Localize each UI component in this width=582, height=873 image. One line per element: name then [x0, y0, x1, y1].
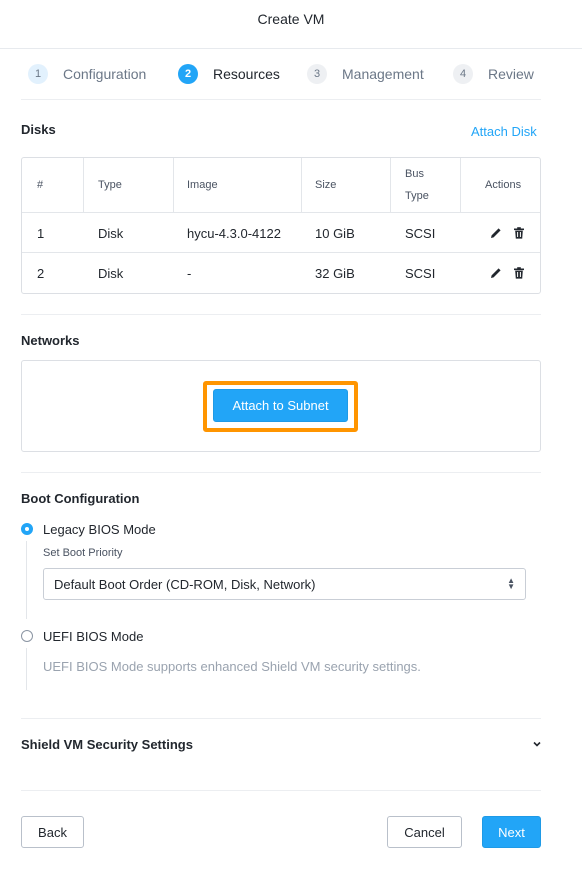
uefi-bios-radio[interactable]	[21, 630, 33, 642]
select-caret-icon: ▲ ▼	[507, 576, 515, 591]
table-row: 1 Disk hycu-4.3.0-4122 10 GiB SCSI	[22, 213, 540, 253]
table-header: # Type Image Size Bus Type Actions	[22, 158, 540, 213]
col-header-num: #	[37, 179, 44, 191]
delete-icon[interactable]	[512, 266, 526, 280]
boot-priority-value: Default Boot Order (CD-ROM, Disk, Networ…	[54, 577, 316, 592]
dialog-title: Create VM	[257, 11, 325, 27]
step-number: 2	[178, 64, 198, 84]
networks-divider	[21, 472, 541, 473]
step-label: Management	[342, 66, 424, 82]
col-header-bus-type: Type	[405, 190, 429, 202]
cancel-button[interactable]: Cancel	[387, 816, 462, 848]
shield-vm-accordion-title[interactable]: Shield VM Security Settings	[21, 737, 193, 752]
step-resources[interactable]: 2 Resources	[178, 62, 280, 86]
uefi-hint-text: UEFI BIOS Mode supports enhanced Shield …	[43, 659, 421, 674]
chevron-down-icon[interactable]	[532, 739, 542, 749]
highlight-frame: Attach to Subnet	[203, 381, 358, 432]
disk-num: 2	[37, 266, 45, 281]
step-label: Review	[488, 66, 534, 82]
footer-divider	[21, 790, 541, 791]
disk-size: 10 GiB	[315, 226, 355, 241]
boot-priority-select[interactable]: Default Boot Order (CD-ROM, Disk, Networ…	[43, 568, 526, 600]
networks-title: Networks	[21, 333, 80, 348]
step-review[interactable]: 4 Review	[453, 62, 534, 86]
attach-to-subnet-button[interactable]: Attach to Subnet	[213, 389, 348, 422]
back-button[interactable]: Back	[21, 816, 84, 848]
uefi-options-guide	[26, 648, 27, 690]
col-header-size: Size	[315, 179, 337, 191]
edit-icon[interactable]	[489, 226, 503, 240]
legacy-options-guide	[26, 541, 27, 619]
disk-image: -	[187, 266, 192, 281]
uefi-bios-label[interactable]: UEFI BIOS Mode	[43, 629, 143, 644]
step-management[interactable]: 3 Management	[307, 62, 424, 86]
disk-num: 1	[37, 226, 45, 241]
delete-icon[interactable]	[512, 226, 526, 240]
boot-divider	[21, 718, 541, 719]
boot-configuration-title: Boot Configuration	[21, 491, 140, 506]
disk-size: 32 GiB	[315, 266, 355, 281]
col-header-type: Type	[98, 179, 122, 191]
step-number: 1	[28, 64, 48, 84]
disk-type: Disk	[98, 266, 124, 281]
step-label: Resources	[213, 66, 280, 82]
step-number: 3	[307, 64, 327, 84]
disk-type: Disk	[98, 226, 124, 241]
step-number: 4	[453, 64, 473, 84]
disks-divider	[21, 314, 541, 315]
next-button[interactable]: Next	[482, 816, 541, 848]
header-divider	[0, 48, 582, 49]
disks-table: # Type Image Size Bus Type Actions 1 Dis…	[21, 157, 541, 294]
disk-bus: SCSI	[405, 266, 436, 281]
table-row: 2 Disk - 32 GiB SCSI	[22, 254, 540, 294]
step-label: Configuration	[63, 66, 147, 82]
boot-priority-label: Set Boot Priority	[43, 547, 123, 559]
col-header-image: Image	[187, 179, 218, 191]
edit-icon[interactable]	[489, 266, 503, 280]
steps-divider	[21, 99, 541, 100]
step-configuration[interactable]: 1 Configuration	[28, 62, 146, 86]
disk-image: hycu-4.3.0-4122	[187, 226, 281, 241]
col-header-bus: Bus	[405, 168, 424, 180]
legacy-bios-radio[interactable]	[21, 523, 33, 535]
disk-bus: SCSI	[405, 226, 436, 241]
attach-disk-link[interactable]: Attach Disk	[471, 124, 537, 139]
col-header-actions: Actions	[485, 179, 522, 191]
disks-title: Disks	[21, 122, 56, 137]
legacy-bios-label[interactable]: Legacy BIOS Mode	[43, 522, 156, 537]
